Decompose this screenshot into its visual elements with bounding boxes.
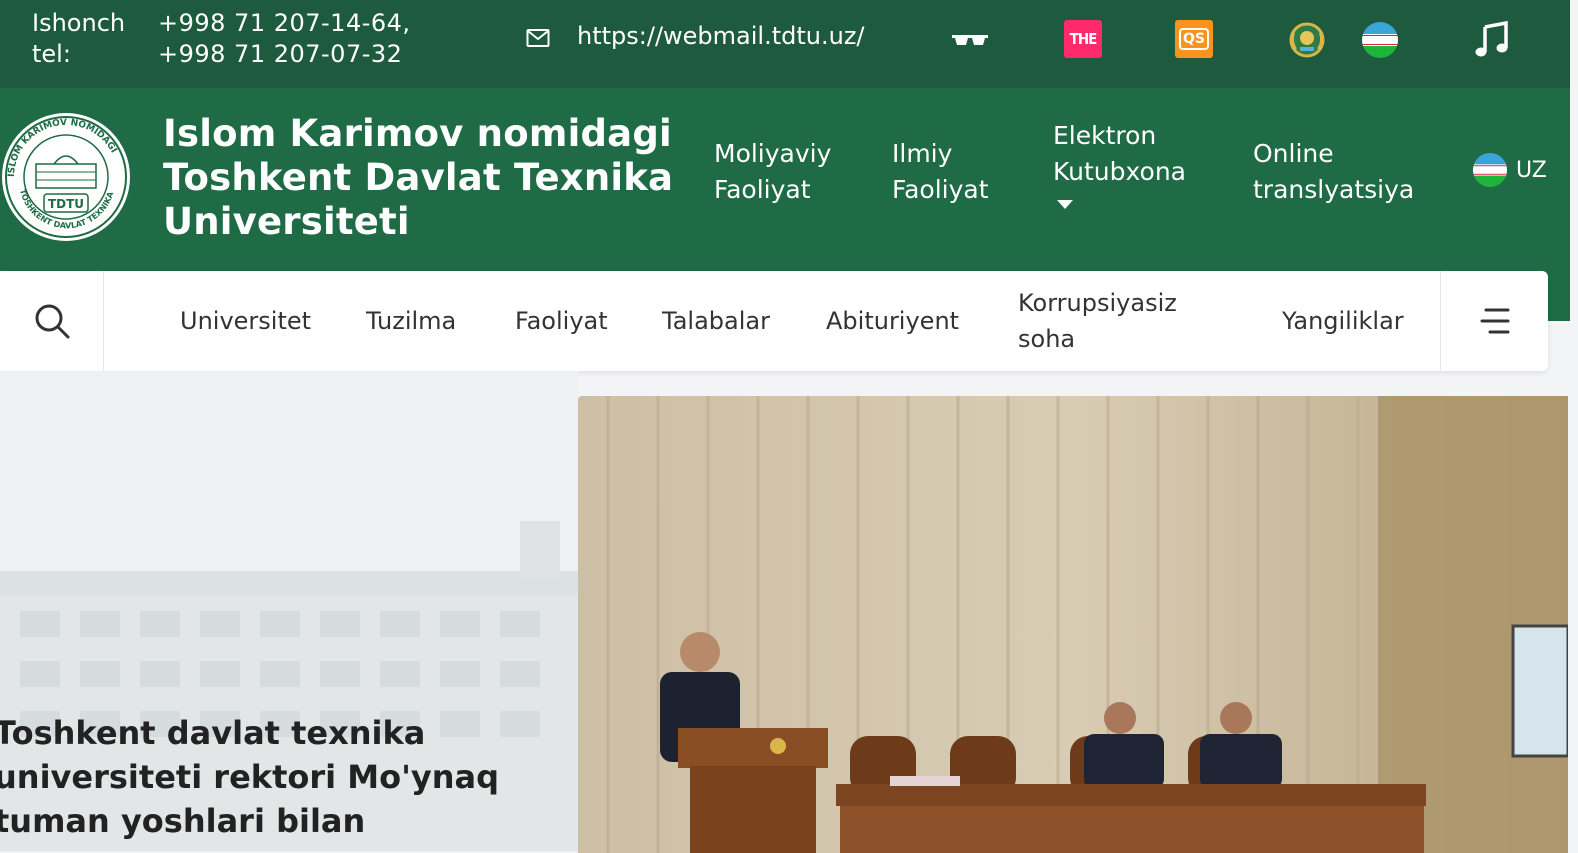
nav-label: Moliyaviy Faoliyat <box>714 139 832 204</box>
hero-text-panel: Toshkent davlat texnika universiteti rek… <box>0 371 578 853</box>
qs-ranking-icon[interactable]: QS <box>1175 20 1213 58</box>
uzbekistan-flag-icon[interactable] <box>1360 20 1400 60</box>
hamburger-menu-icon <box>1480 308 1509 334</box>
phone-2[interactable]: +998 71 207-07-32 <box>158 39 411 70</box>
language-switcher[interactable]: UZ <box>1472 152 1547 188</box>
subnav-students[interactable]: Talabalar <box>662 303 770 339</box>
nav-electronic-library[interactable]: Elektron Kutubxona <box>1053 118 1203 209</box>
uzbekistan-flag-icon <box>1472 152 1508 188</box>
nav-label: Online translyatsiya <box>1253 139 1415 204</box>
university-logo[interactable]: ISLOM KARIMOV NOMIDAGI TOSHKENT DAVLAT T… <box>0 106 134 248</box>
event-photo-image <box>578 396 1568 853</box>
nav-scientific-activity[interactable]: Ilmiy Faoliyat <box>892 136 1002 208</box>
webmail-link[interactable]: https://webmail.tdtu.uz/ <box>577 22 865 50</box>
news-photo[interactable] <box>578 396 1568 853</box>
language-code: UZ <box>1516 157 1547 183</box>
glasses-icon[interactable] <box>950 20 990 60</box>
phone-1[interactable]: +998 71 207-14-64, <box>158 8 411 39</box>
qs-label: QS <box>1179 28 1209 50</box>
state-emblem-icon[interactable] <box>1287 20 1327 60</box>
university-title[interactable]: Islom Karimov nomidagi Toshkent Davlat T… <box>163 112 683 244</box>
subnav-activity[interactable]: Faoliyat <box>515 303 608 339</box>
subnav-applicants[interactable]: Abituriyent <box>826 303 959 339</box>
mail-icon <box>526 29 550 47</box>
subnav-anti-corruption[interactable]: Korrupsiyasiz soha <box>1018 285 1218 357</box>
chevron-down-icon <box>1057 200 1073 209</box>
nav-label: Ilmiy Faoliyat <box>892 139 989 204</box>
menu-button[interactable] <box>1440 271 1548 371</box>
the-ranking-icon[interactable]: THE <box>1064 20 1102 58</box>
nav-online-broadcast[interactable]: Online translyatsiya <box>1253 136 1423 208</box>
subnav-structure[interactable]: Tuzilma <box>366 303 456 339</box>
nav-label: Elektron Kutubxona <box>1053 121 1186 186</box>
hotline-phones[interactable]: +998 71 207-14-64, +998 71 207-07-32 <box>158 8 411 70</box>
search-button[interactable] <box>0 271 104 371</box>
top-info-bar: Ishonch tel: +998 71 207-14-64, +998 71 … <box>0 0 1570 88</box>
subnav-news[interactable]: Yangiliklar <box>1282 303 1404 339</box>
news-headline[interactable]: Toshkent davlat texnika universiteti rek… <box>0 711 564 843</box>
subnav-university[interactable]: Universitet <box>180 303 311 339</box>
search-icon <box>35 304 69 339</box>
logo-text: TDTU <box>48 197 84 211</box>
hotline-label: Ishonch tel: <box>32 9 126 68</box>
nav-financial-activity[interactable]: Moliyaviy Faoliyat <box>714 136 844 208</box>
secondary-nav: Universitet Tuzilma Faoliyat Talabalar A… <box>0 271 1548 371</box>
music-icon[interactable] <box>1472 20 1512 60</box>
